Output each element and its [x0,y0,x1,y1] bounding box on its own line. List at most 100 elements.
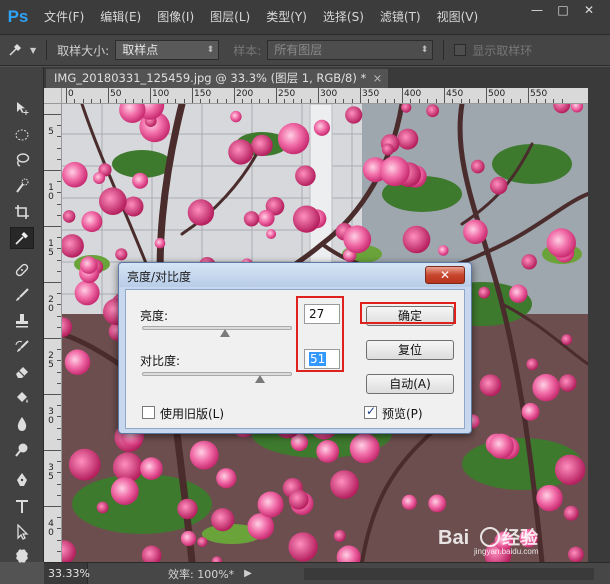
maximize-button[interactable]: □ [550,0,576,20]
sample-size-value: 取样点 [122,43,159,57]
ruler-tick [108,88,109,103]
sample-select[interactable]: 所有图层 ⬍ [267,40,434,60]
blossom [313,119,330,136]
auto-button[interactable]: 自动(A) [366,374,454,394]
preview-checkbox[interactable] [364,404,377,419]
blossom [140,457,163,480]
ruler-tick [57,192,61,194]
reset-button[interactable]: 复位 [366,340,454,360]
blossom [471,159,485,174]
menu-file[interactable]: 文件(F) [36,0,92,34]
ruler-tick [74,99,76,103]
blossom [115,248,128,261]
ruler-tick [166,99,168,103]
blossom [230,110,242,123]
blossom [96,501,109,514]
history-brush-icon[interactable] [10,336,34,358]
pen-icon[interactable] [10,469,34,491]
ruler-tick [57,371,61,373]
ruler-tick [141,99,143,103]
ruler-tick [57,248,61,250]
ruler-tick [150,88,151,103]
ruler-tick [82,99,84,103]
type-icon[interactable] [10,495,34,517]
ruler-tick [410,99,412,103]
vertical-ruler[interactable]: 5 10 15 20 25 30 35 40 [44,104,62,562]
brightness-slider[interactable] [142,326,292,330]
ruler-tick [259,99,261,103]
sample-value: 所有图层 [274,43,323,57]
lasso-icon[interactable] [10,149,34,171]
menu-layer[interactable]: 图层(L) [202,0,258,34]
blossom [93,172,106,184]
efficiency-text: 效率: 100%* [168,567,235,581]
ruler-tick-label: 10 [48,183,54,202]
ruler-tick [334,99,336,103]
ruler-tick [57,259,61,261]
path-select-icon[interactable] [10,521,34,543]
contrast-slider-thumb[interactable] [254,375,265,383]
show-ring-checkbox[interactable] [454,44,467,56]
menu-select[interactable]: 选择(S) [315,0,372,34]
eraser-icon[interactable] [10,361,34,383]
tool-preset-chevron-icon[interactable]: ▼ [30,46,36,55]
ruler-tick [57,472,61,474]
ruler-tick [57,214,61,216]
dialog-close-button[interactable]: ✕ [425,266,465,284]
healing-icon[interactable] [10,259,34,281]
contrast-slider[interactable] [142,372,292,376]
sample-label: 样本: [233,43,262,58]
menu-type[interactable]: 类型(Y) [258,0,315,34]
dodge-icon[interactable] [10,439,34,461]
eyedropper-icon[interactable] [10,227,34,249]
ruler-tick [57,147,61,149]
ruler-tick [91,99,93,103]
menu-edit[interactable]: 编辑(E) [92,0,149,34]
horizontal-ruler[interactable]: 0 50 100 150 200 250 300 350 400 450 500 550 [62,88,588,104]
blur-icon[interactable] [10,413,34,435]
zoom-level-field[interactable]: 33.33% [44,562,90,584]
ruler-tick [44,282,61,283]
ruler-tick [44,450,61,451]
ruler-tick-label: 300 [320,89,338,99]
paint-bucket-icon[interactable] [10,387,34,409]
vertical-scrollbar[interactable] [588,88,610,562]
ruler-corner[interactable] [44,88,62,104]
sample-size-select[interactable]: 取样点 ⬍ [115,40,220,60]
minimize-button[interactable]: — [524,0,550,20]
close-window-button[interactable]: ✕ [576,0,602,20]
brush-icon[interactable] [10,284,34,306]
ruler-tick [351,99,353,103]
status-menu-arrow-icon[interactable]: ▶ [244,568,252,579]
blossom [333,529,346,542]
menu-filter[interactable]: 滤镜(T) [372,0,429,34]
ruler-tick [444,88,445,103]
menu-image[interactable]: 图像(I) [149,0,202,34]
ruler-tick [57,550,61,552]
contrast-label: 对比度: [140,354,181,368]
preview-label: 预览(P) [382,407,423,421]
quick-select-icon[interactable] [10,175,34,197]
ruler-tick [553,99,555,103]
custom-shape-icon[interactable] [10,545,34,567]
document-tab-title: IMG_20180331_125459.jpg @ 33.3% (图层 1, R… [54,71,367,85]
show-ring-label: 显示取样环 [472,43,533,58]
crop-icon[interactable] [10,201,34,223]
ok-button-highlight [360,302,456,324]
move-icon[interactable] [10,97,34,119]
ruler-tick [427,99,429,103]
blossom [532,373,560,402]
stamp-icon[interactable] [10,310,34,332]
blossom [62,210,76,223]
legacy-checkbox[interactable] [142,406,155,419]
horizontal-scrollbar[interactable] [304,568,594,580]
menu-view[interactable]: 视图(V) [429,0,487,34]
document-tab[interactable]: IMG_20180331_125459.jpg @ 33.3% (图层 1, R… [46,69,389,88]
brightness-slider-thumb[interactable] [219,329,230,337]
marquee-icon[interactable] [10,124,34,146]
blossom [216,468,237,489]
dialog-titlebar[interactable]: 亮度/对比度 ✕ [119,263,471,287]
eyedropper-icon[interactable] [6,41,24,59]
close-tab-icon[interactable]: × [373,69,383,88]
ruler-tick [376,99,378,103]
